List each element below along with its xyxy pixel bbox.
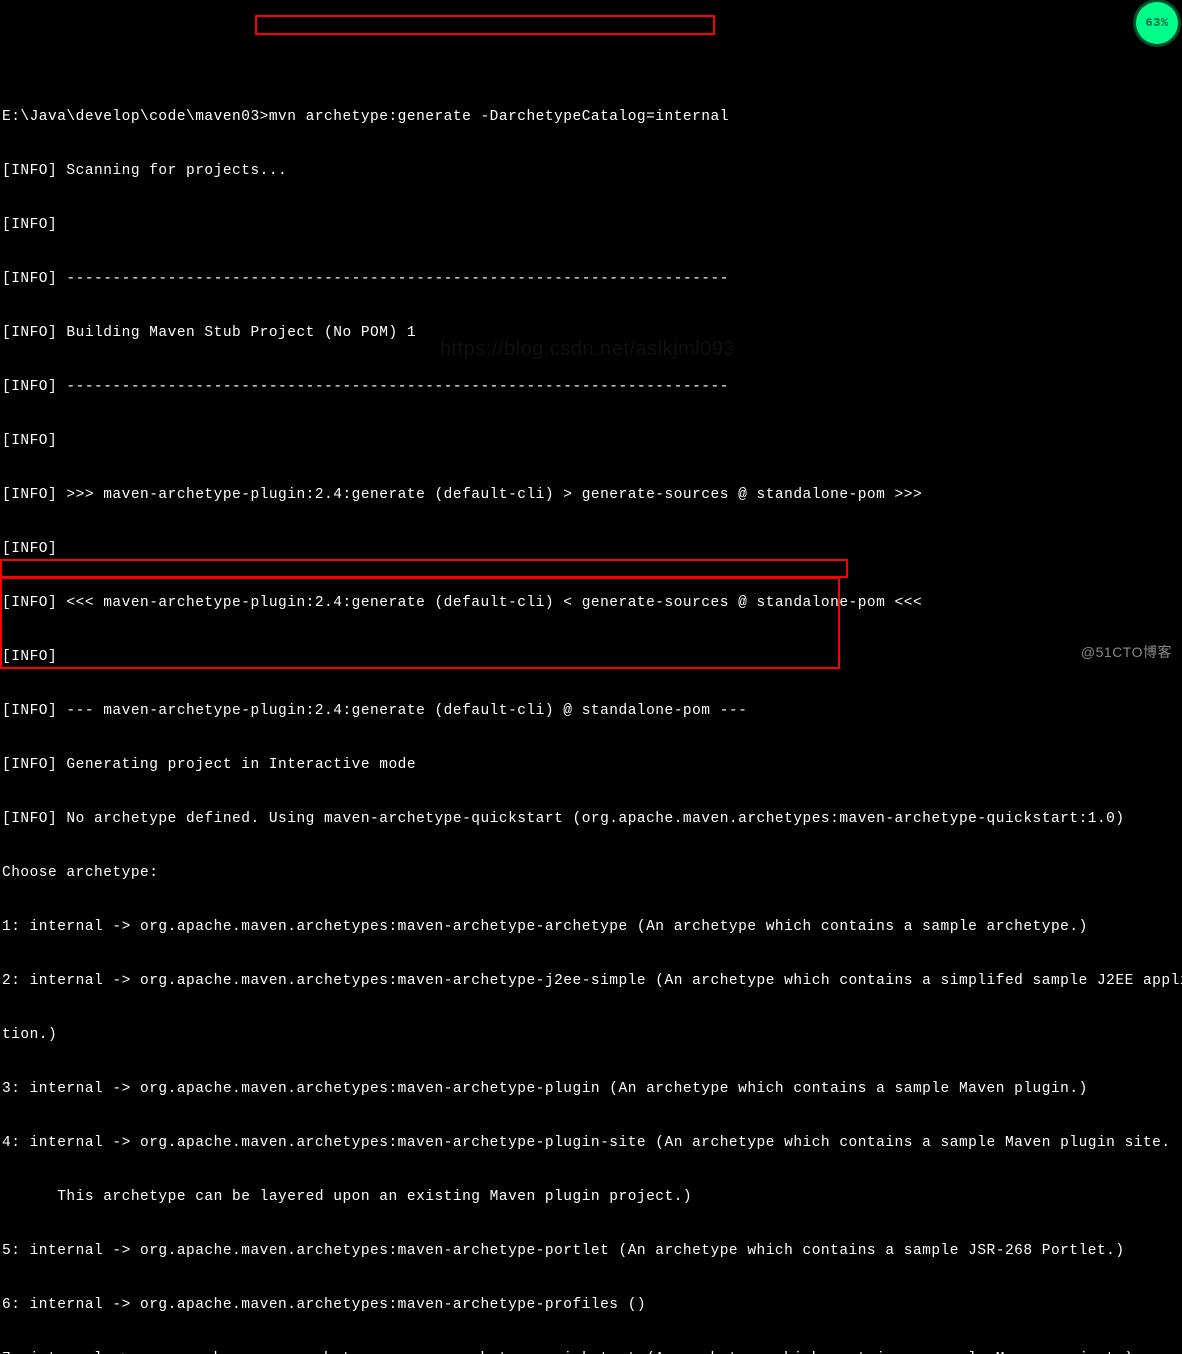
output-line: [INFO] Scanning for projects...	[2, 162, 1180, 180]
output-line: 7: internal -> org.apache.maven.archetyp…	[2, 1350, 1180, 1354]
watermark-text: @51CTO博客	[1081, 643, 1172, 661]
prompt-line: E:\Java\develop\code\maven03>mvn archety…	[2, 108, 1180, 126]
output-line: [INFO] ---------------------------------…	[2, 270, 1180, 288]
output-line: [INFO]	[2, 432, 1180, 450]
output-line: Choose archetype:	[2, 864, 1180, 882]
output-line: [INFO] --- maven-archetype-plugin:2.4:ge…	[2, 702, 1180, 720]
output-line: [INFO]	[2, 540, 1180, 558]
output-line: [INFO] No archetype defined. Using maven…	[2, 810, 1180, 828]
output-line: [INFO]	[2, 216, 1180, 234]
prompt-path: E:\Java\develop\code\maven03>	[2, 109, 269, 125]
output-line: 2: internal -> org.apache.maven.archetyp…	[2, 972, 1180, 990]
output-line: 1: internal -> org.apache.maven.archetyp…	[2, 918, 1180, 936]
annotation-highlight-command	[255, 15, 715, 35]
output-line: [INFO] <<< maven-archetype-plugin:2.4:ge…	[2, 594, 1180, 612]
terminal-output[interactable]: E:\Java\develop\code\maven03>mvn archety…	[0, 72, 1182, 1354]
output-line: 4: internal -> org.apache.maven.archetyp…	[2, 1134, 1180, 1152]
output-line: tion.)	[2, 1026, 1180, 1044]
output-line: 6: internal -> org.apache.maven.archetyp…	[2, 1296, 1180, 1314]
output-line: [INFO] Building Maven Stub Project (No P…	[2, 324, 1180, 342]
command-text: mvn archetype:generate -DarchetypeCatalo…	[269, 109, 729, 125]
output-line: 5: internal -> org.apache.maven.archetyp…	[2, 1242, 1180, 1260]
output-line: [INFO] Generating project in Interactive…	[2, 756, 1180, 774]
output-line: This archetype can be layered upon an ex…	[2, 1188, 1180, 1206]
output-line: [INFO] >>> maven-archetype-plugin:2.4:ge…	[2, 486, 1180, 504]
output-line: 3: internal -> org.apache.maven.archetyp…	[2, 1080, 1180, 1098]
output-line: [INFO]	[2, 648, 1180, 666]
output-line: [INFO] ---------------------------------…	[2, 378, 1180, 396]
percent-badge: 63%	[1136, 2, 1178, 44]
